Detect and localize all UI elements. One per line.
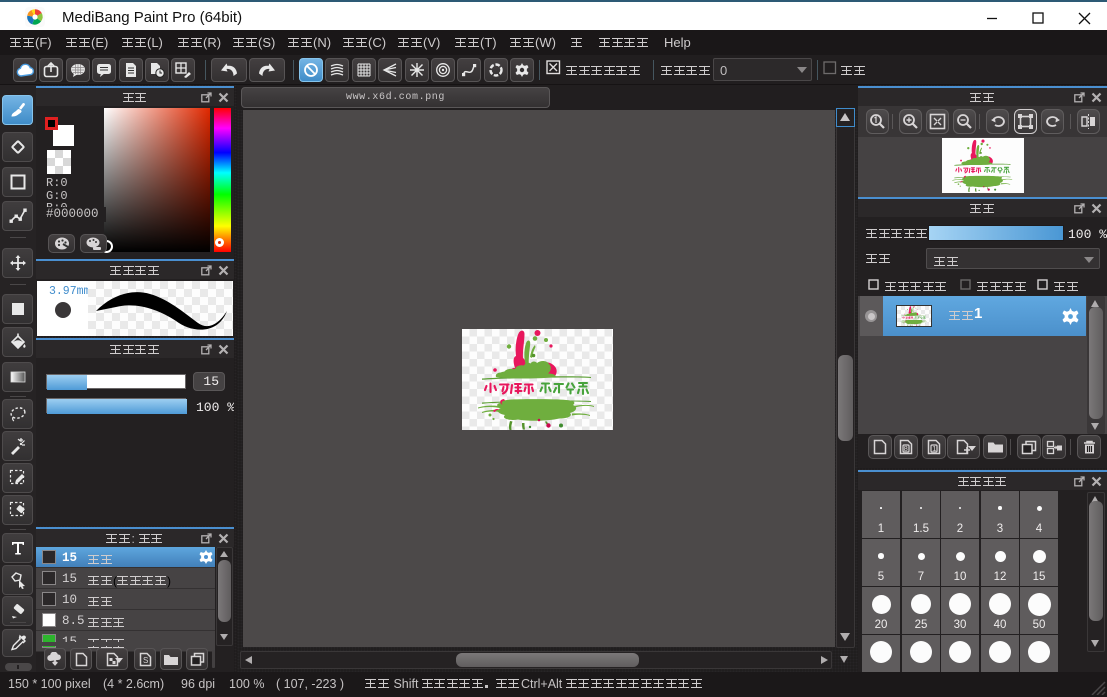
svg-text:1: 1 xyxy=(932,444,936,453)
svg-text:8: 8 xyxy=(904,444,908,453)
svg-text:S: S xyxy=(143,656,148,665)
